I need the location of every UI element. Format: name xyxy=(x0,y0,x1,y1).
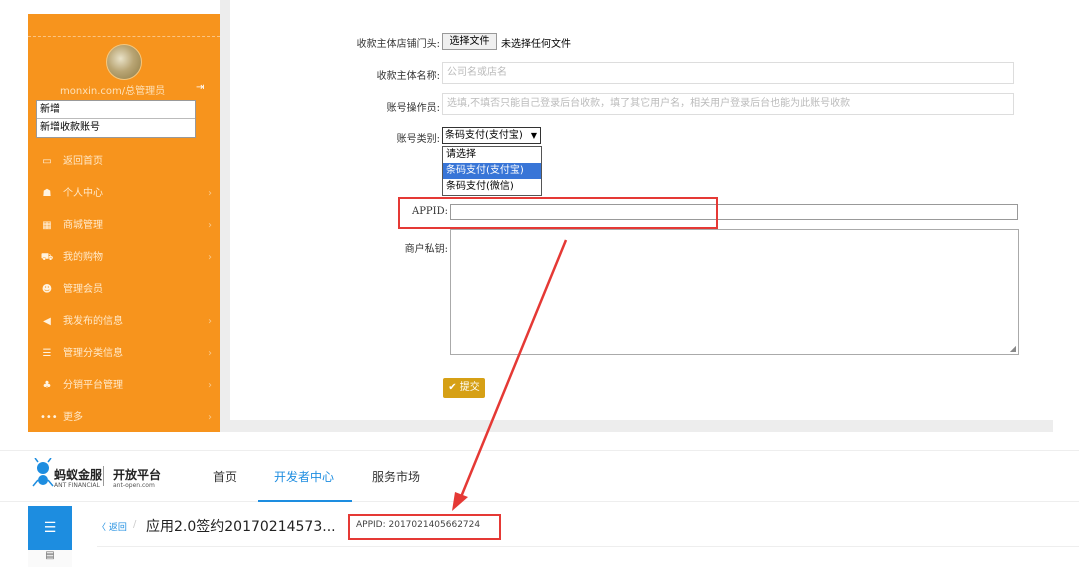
chevron-right-icon: › xyxy=(208,188,212,199)
content-divider xyxy=(97,546,1079,547)
sidebar-item[interactable]: ☻ 管理会员 xyxy=(28,280,220,300)
choose-file-button[interactable]: 选择文件 xyxy=(442,33,497,50)
sidebar-item-label: 我发布的信息 xyxy=(63,316,123,327)
monitor-icon: ▭ xyxy=(42,156,52,167)
sitemap-icon: ♣ xyxy=(42,380,52,391)
chevron-right-icon: › xyxy=(208,316,212,327)
highlight-box-appid-field xyxy=(398,197,718,229)
sidebar-item[interactable]: ☗ 个人中心 › xyxy=(28,184,220,204)
check-icon: ✔ xyxy=(448,382,457,393)
nav-home[interactable]: 首页 xyxy=(213,468,237,485)
highlight-box-appid-value xyxy=(348,514,501,540)
nav-service-market[interactable]: 服务市场 xyxy=(372,468,420,485)
breadcrumb-separator: / xyxy=(133,519,137,530)
more-icon: ••• xyxy=(40,412,58,423)
panel-bottom-bar xyxy=(220,420,1053,432)
sidebar-item-label: 返回首页 xyxy=(63,156,103,167)
operator-label: 账号操作员: xyxy=(386,103,440,114)
sidebar-submenu: 新增 新增收款账号 xyxy=(36,100,196,138)
sidebar-item-label: 分销平台管理 xyxy=(63,380,123,391)
sidebar: monxin.com/总管理员 ⇥ 新增 新增收款账号 ▭ 返回首页 ☗ 个人中心 › ▦… xyxy=(28,14,220,432)
type-select[interactable]: 条码支付(支付宝) ▼ xyxy=(442,127,541,144)
type-label: 账号类别: xyxy=(396,134,440,145)
sidebar-icon[interactable]: ▤ xyxy=(28,550,72,567)
user-icon: ☻ xyxy=(41,284,53,295)
type-option[interactable]: 条码支付(支付宝) xyxy=(443,163,541,179)
open-platform-title[interactable]: 开放平台 xyxy=(113,466,161,483)
resize-handle-icon[interactable]: ◢ xyxy=(1010,344,1016,353)
type-select-value: 条码支付(支付宝) xyxy=(445,130,523,141)
chevron-right-icon: › xyxy=(208,412,212,423)
dropdown-arrow-icon: ▼ xyxy=(530,131,537,140)
sidebar-item-label: 个人中心 xyxy=(63,188,103,199)
sidebar-item[interactable]: ▦ 商城管理 › xyxy=(28,216,220,236)
sidebar-item[interactable]: ◀ 我发布的信息 › xyxy=(28,312,220,332)
sidebar-divider xyxy=(28,36,220,37)
sidebar-item[interactable]: ☰ 管理分类信息 › xyxy=(28,344,220,364)
sidebar-item-label: 我的购物 xyxy=(63,252,103,263)
cart-icon: ⛟ xyxy=(40,252,54,263)
sidebar-item-label: 管理会员 xyxy=(63,284,103,295)
store-header-label: 收款主体店铺门头: xyxy=(356,39,440,50)
type-option[interactable]: 条码支付(微信) xyxy=(443,179,541,195)
chevron-right-icon: › xyxy=(208,252,212,263)
nav-developer-center[interactable]: 开发者中心 xyxy=(274,468,334,485)
submit-button[interactable]: ✔ 提交 xyxy=(443,378,485,398)
ant-header xyxy=(0,450,1079,502)
chevron-right-icon: › xyxy=(208,220,212,231)
sidebar-item[interactable]: ⛟ 我的购物 › xyxy=(28,248,220,268)
private-key-textarea[interactable]: ◢ xyxy=(450,229,1019,355)
panel-gutter xyxy=(220,0,230,432)
users-icon: ☗ xyxy=(42,188,52,199)
sidebar-item[interactable]: ♣ 分销平台管理 › xyxy=(28,376,220,396)
back-link[interactable]: 〈 返回 xyxy=(97,520,127,533)
submenu-item-new[interactable]: 新增 xyxy=(37,101,195,119)
sidebar-item-label: 商城管理 xyxy=(63,220,103,231)
app-title: 应用2.0签约20170214573... xyxy=(146,519,336,535)
type-option[interactable]: 请选择 xyxy=(443,147,541,163)
chevron-right-icon: › xyxy=(208,348,212,359)
back-label: 返回 xyxy=(108,523,127,533)
open-platform-subtext: ant-open.com xyxy=(113,482,155,489)
menu-toggle-icon[interactable]: ☰ xyxy=(28,506,72,550)
private-key-label: 商户私钥: xyxy=(404,244,448,255)
sidebar-item-label: 更多 xyxy=(63,412,83,423)
file-status: 未选择任何文件 xyxy=(501,39,571,50)
sidebar-item[interactable]: ▭ 返回首页 xyxy=(28,152,220,172)
name-label: 收款主体名称: xyxy=(376,71,440,82)
store-icon: ▦ xyxy=(42,220,52,231)
username[interactable]: monxin.com/总管理员 xyxy=(60,82,165,97)
logout-icon[interactable]: ⇥ xyxy=(196,82,204,93)
list-icon: ☰ xyxy=(42,348,52,359)
type-dropdown: 请选择 条码支付(支付宝) 条码支付(微信) xyxy=(442,146,542,196)
chevron-left-icon: 〈 xyxy=(97,523,107,533)
logo-divider xyxy=(103,466,104,486)
submenu-item-new-account[interactable]: 新增收款账号 xyxy=(37,119,195,137)
ant-logo-icon[interactable] xyxy=(32,458,54,492)
chevron-right-icon: › xyxy=(208,380,212,391)
submit-label: 提交 xyxy=(459,382,480,393)
ant-logo-text[interactable]: 蚂蚁金服 xyxy=(54,466,102,483)
sidebar-item[interactable]: ••• 更多 › xyxy=(28,408,220,428)
megaphone-icon: ◀ xyxy=(43,316,51,327)
sidebar-item-label: 管理分类信息 xyxy=(63,348,123,359)
admin-panel: monxin.com/总管理员 ⇥ 新增 新增收款账号 ▭ 返回首页 ☗ 个人中心 › ▦… xyxy=(0,0,1079,432)
avatar[interactable] xyxy=(106,44,142,80)
name-input[interactable]: 公司名或店名 xyxy=(442,62,1014,84)
nav-active-indicator xyxy=(258,500,352,502)
operator-input[interactable]: 选填,不填否只能自己登录后台收款，填了其它用户名，相关用户登录后台也能为此账号收… xyxy=(442,93,1014,115)
ant-logo-subtext: ANT FINANCIAL xyxy=(54,482,100,489)
